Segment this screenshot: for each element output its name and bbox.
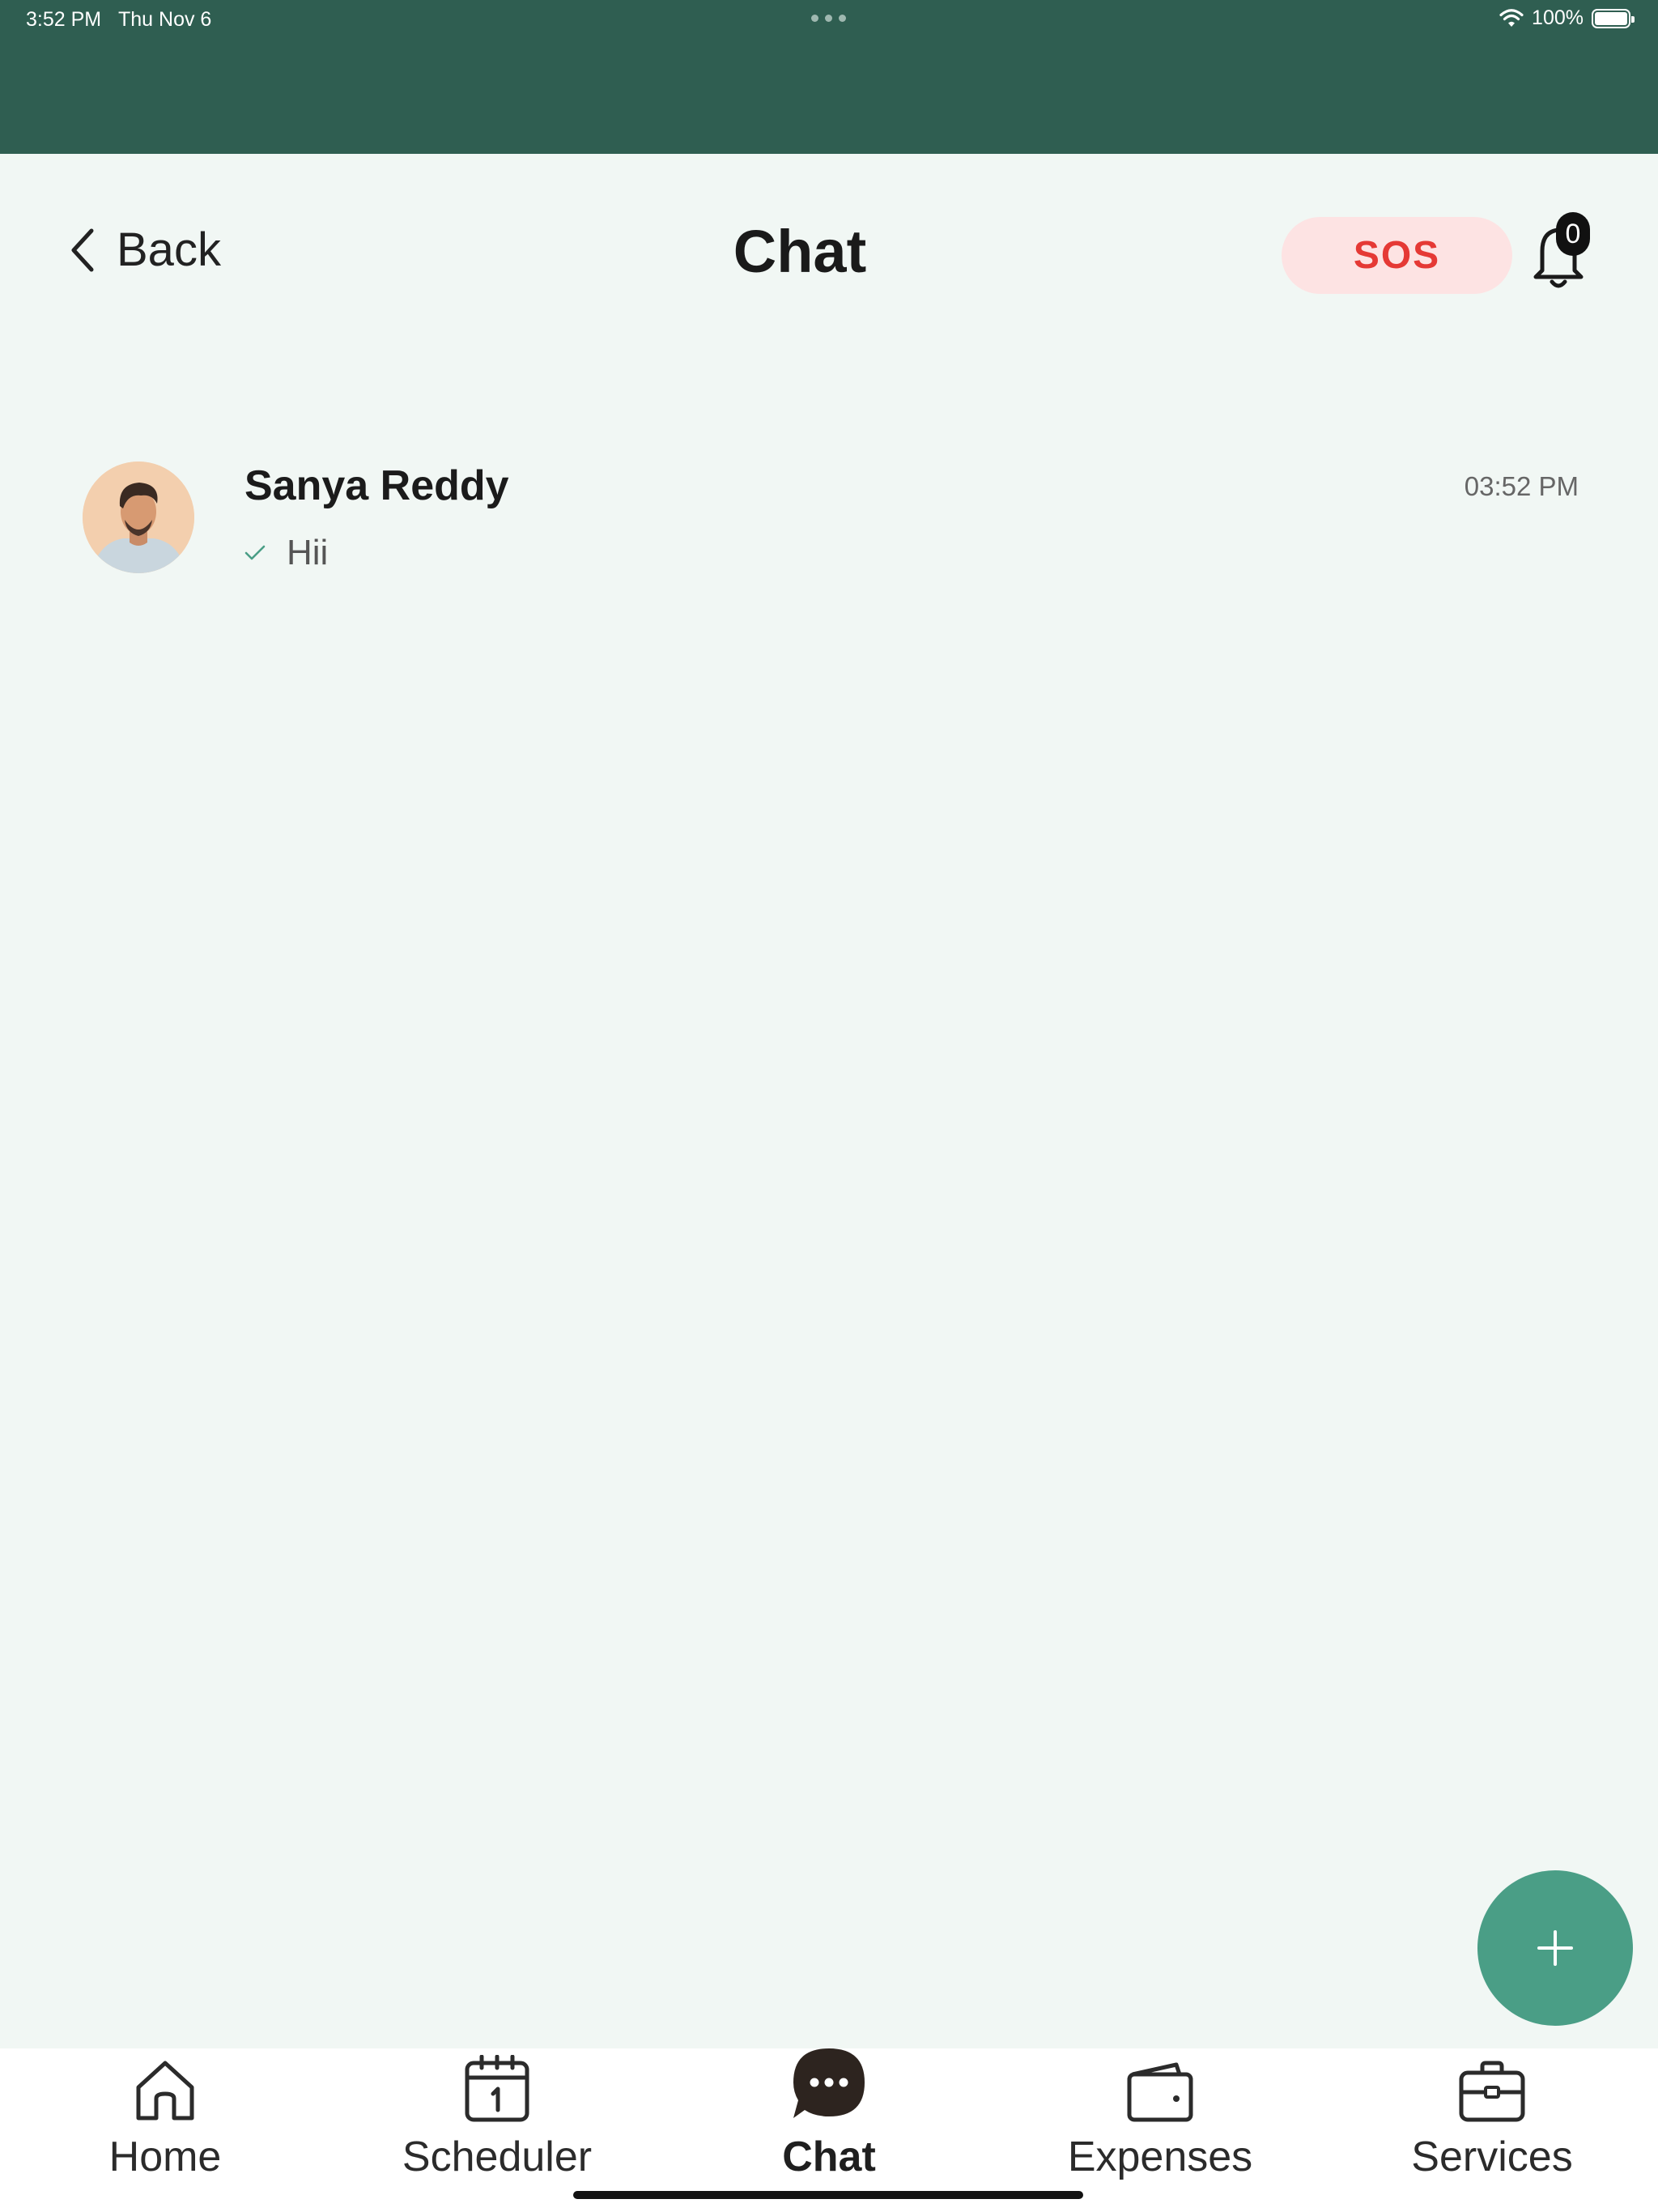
tab-chat[interactable]: Chat xyxy=(695,2048,963,2194)
notification-badge: 0 xyxy=(1556,212,1590,256)
multitasking-dots-icon[interactable] xyxy=(811,15,846,22)
status-time: 3:52 PM xyxy=(26,8,102,31)
chat-timestamp: 03:52 PM xyxy=(1464,471,1579,501)
tab-expenses-label: Expenses xyxy=(1067,2133,1253,2180)
tab-scheduler[interactable]: Scheduler xyxy=(363,2048,631,2194)
calendar-icon xyxy=(465,2055,529,2122)
briefcase-icon xyxy=(1459,2061,1525,2122)
tab-services-label: Services xyxy=(1411,2133,1573,2180)
tab-chat-label: Chat xyxy=(782,2133,876,2180)
home-indicator[interactable] xyxy=(573,2191,1083,2199)
checkmark-icon xyxy=(244,545,266,560)
wifi-icon xyxy=(1499,8,1524,27)
avatar-portrait-icon xyxy=(83,462,194,573)
tab-bar: Home Scheduler Chat Expenses Services xyxy=(0,2048,1658,2212)
tab-services[interactable]: Services xyxy=(1358,2048,1626,2194)
new-chat-button[interactable] xyxy=(1477,1870,1633,2026)
tab-home[interactable]: Home xyxy=(32,2048,299,2194)
tab-expenses[interactable]: Expenses xyxy=(1027,2048,1294,2194)
battery-percent: 100% xyxy=(1532,6,1584,29)
sos-button[interactable]: SOS xyxy=(1282,217,1512,294)
status-date: Thu Nov 6 xyxy=(118,8,212,31)
tab-scheduler-label: Scheduler xyxy=(402,2133,593,2180)
wallet-icon xyxy=(1127,2062,1193,2122)
battery-icon xyxy=(1592,8,1635,28)
chat-bubble-icon xyxy=(793,2048,865,2118)
avatar xyxy=(83,462,194,573)
chat-list-item[interactable]: Sanya Reddy Hii 03:52 PM xyxy=(81,453,1579,575)
plus-icon xyxy=(1537,1930,1573,1966)
status-bar: 3:52 PM Thu Nov 6 100% xyxy=(0,0,1658,39)
chat-contact-name: Sanya Reddy xyxy=(244,462,509,509)
chat-message-preview: Hii xyxy=(244,533,328,573)
chat-last-message: Hii xyxy=(287,533,329,572)
home-icon xyxy=(136,2061,194,2121)
tab-home-label: Home xyxy=(108,2133,222,2180)
